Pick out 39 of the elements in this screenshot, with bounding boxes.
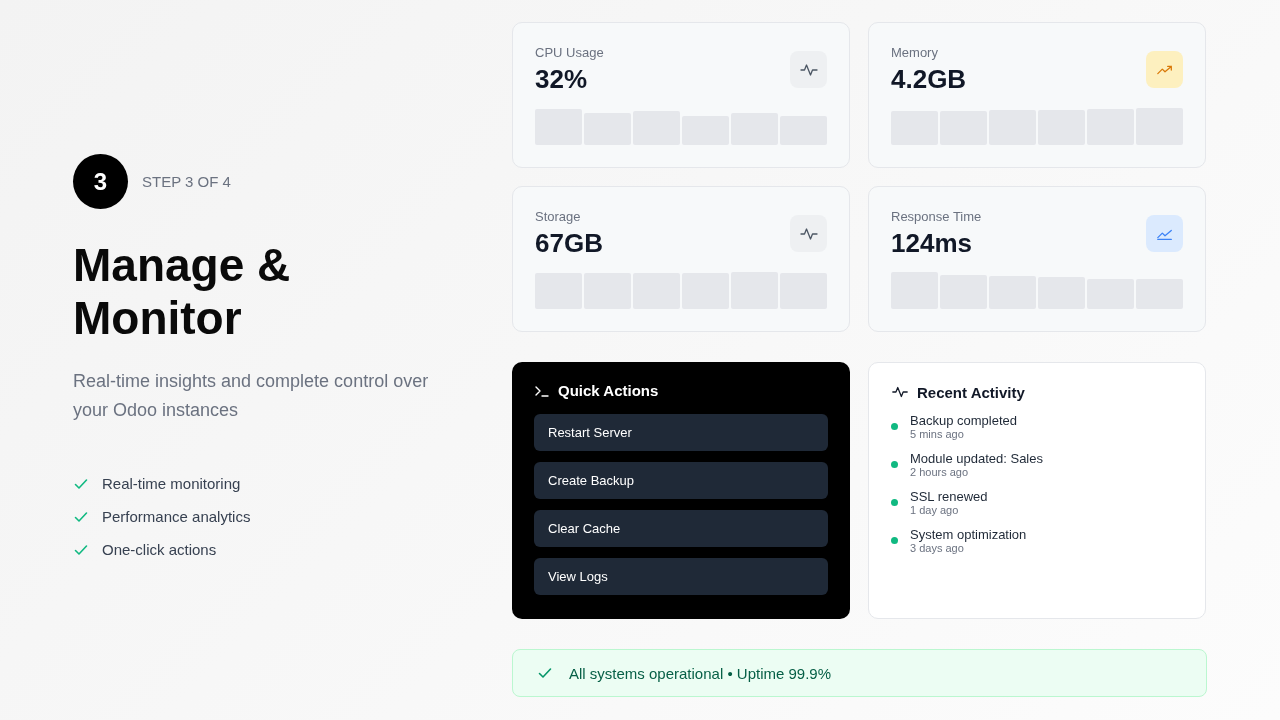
- activity-time: 5 mins ago: [910, 428, 965, 440]
- panel-title: Quick Actions: [558, 382, 659, 399]
- metric-label: CPU Usage: [535, 45, 604, 60]
- activity-time: 2 hours ago: [910, 466, 970, 478]
- action-button[interactable]: Create Backup: [534, 462, 828, 499]
- metric-label: Storage: [535, 209, 582, 224]
- pulse-icon: [790, 215, 827, 252]
- feature-text: Performance analytics: [102, 508, 251, 525]
- activity-time: 1 day ago: [910, 504, 960, 516]
- subtitle: Real-time insights and complete control over your Odoo instances: [73, 370, 430, 422]
- activity-text: System optimization: [910, 527, 1027, 542]
- status-dot-icon: [891, 461, 898, 468]
- status-dot-icon: [891, 499, 898, 506]
- action-button[interactable]: View Logs: [534, 558, 828, 595]
- step-number-badge: 3: [73, 154, 128, 209]
- status-dot-icon: [891, 423, 898, 430]
- activity-text: Module updated: Sales: [910, 451, 1043, 466]
- pulse-icon: [790, 51, 827, 88]
- metric-label: Response Time: [891, 209, 982, 224]
- status-dot-icon: [891, 537, 898, 544]
- metric-value: 32%: [535, 64, 589, 95]
- activity-text: Backup completed: [910, 413, 1017, 428]
- activity-time: 3 days ago: [910, 542, 965, 554]
- page-heading: Manage & Monitor: [73, 239, 292, 345]
- panel-title: Recent Activity: [917, 383, 1025, 401]
- activity-text: SSL renewed: [910, 489, 988, 504]
- metric-label: Memory: [891, 45, 939, 60]
- trend-up-icon: [1146, 215, 1183, 252]
- feature-text: One-click actions: [102, 541, 217, 558]
- feature-text: Real-time monitoring: [102, 475, 241, 492]
- metric-value: 4.2GB: [891, 64, 967, 95]
- trend-up-icon: [1146, 51, 1183, 88]
- metric-value: 124ms: [891, 228, 973, 259]
- action-button[interactable]: Clear Cache: [534, 510, 828, 547]
- step-label: STEP 3 OF 4: [142, 173, 231, 190]
- check-icon: [537, 665, 553, 681]
- status-text: All systems operational • Uptime 99.9%: [569, 664, 832, 682]
- action-button[interactable]: Restart Server: [534, 414, 828, 451]
- metric-value: 67GB: [535, 228, 603, 259]
